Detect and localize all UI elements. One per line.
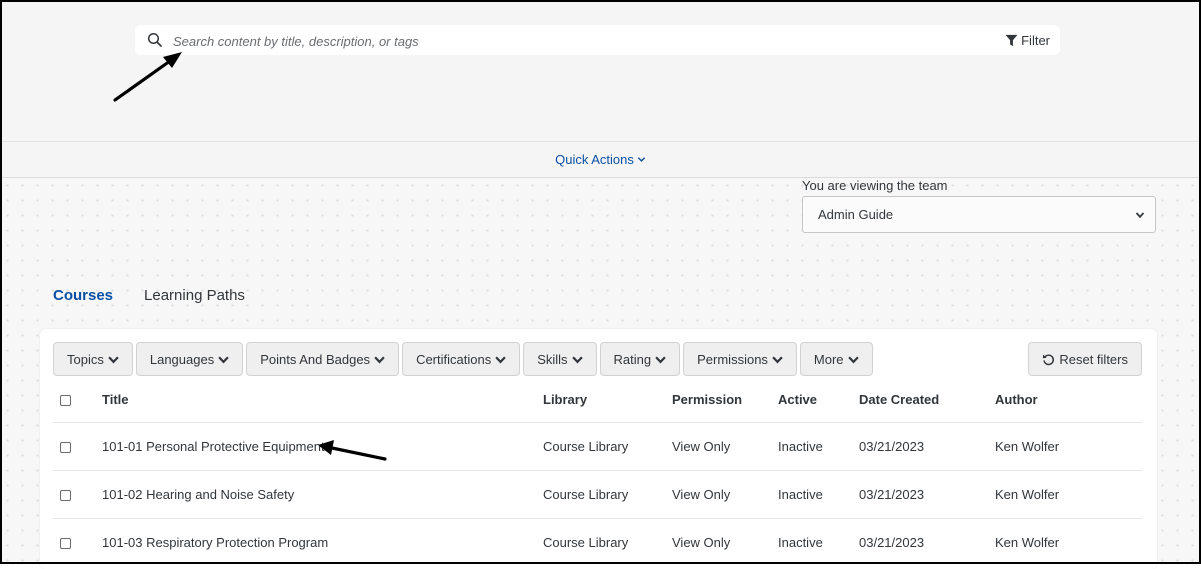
filter-languages-label: Languages <box>149 351 215 367</box>
row-select-cell <box>53 518 101 566</box>
search-bar[interactable]: Filter <box>135 25 1060 55</box>
reset-filters-button[interactable]: Reset filters <box>1028 342 1142 376</box>
content-table: Title Library Permission Active Date Cre… <box>53 376 1142 566</box>
row-title[interactable]: 101-02 Hearing and Noise Safety <box>101 470 542 519</box>
row-author: Ken Wolfer <box>994 422 1142 471</box>
content-card: Topics Languages Points And Badges Certi… <box>40 329 1157 569</box>
row-library: Course Library <box>542 518 671 566</box>
filter-points-badges-button[interactable]: Points And Badges <box>246 342 400 376</box>
funnel-icon <box>1005 34 1018 46</box>
filter-skills-button[interactable]: Skills <box>523 342 597 376</box>
filter-topics-button[interactable]: Topics <box>53 342 133 376</box>
table-row: 101-02 Hearing and Noise Safety Course L… <box>53 470 1142 519</box>
reset-icon <box>1043 353 1055 365</box>
filter-topics-label: Topics <box>67 351 104 367</box>
row-date-created: 03/21/2023 <box>858 518 994 566</box>
search-icon <box>147 32 162 47</box>
filter-rating-button[interactable]: Rating <box>599 342 681 376</box>
table-header-row: Title Library Permission Active Date Cre… <box>53 376 1142 423</box>
reset-filters-label: Reset filters <box>1059 351 1128 367</box>
table-row: 101-01 Personal Protective Equipment Cou… <box>53 422 1142 471</box>
quick-actions-bar: Quick Actions <box>0 141 1201 178</box>
chevron-down-icon <box>571 356 583 364</box>
team-select[interactable]: Admin Guide <box>802 196 1156 233</box>
column-header-active[interactable]: Active <box>777 376 858 423</box>
row-checkbox[interactable] <box>60 442 71 454</box>
chevron-down-icon <box>847 356 859 364</box>
filter-more-button[interactable]: More <box>799 342 873 376</box>
table-row: 101-03 Respiratory Protection Program Co… <box>53 518 1142 566</box>
row-date-created: 03/21/2023 <box>858 422 994 471</box>
row-select-cell <box>53 470 101 519</box>
chevron-down-icon <box>374 356 385 364</box>
team-label: You are viewing the team <box>802 178 948 193</box>
row-library: Course Library <box>542 422 671 471</box>
tab-courses[interactable]: Courses <box>53 287 113 304</box>
quick-actions-label: Quick Actions <box>555 152 634 167</box>
filter-certifications-button[interactable]: Certifications <box>402 342 521 376</box>
chevron-down-icon <box>108 356 119 364</box>
column-header-permission[interactable]: Permission <box>671 376 777 423</box>
column-header-date-created[interactable]: Date Created <box>858 376 994 423</box>
column-header-library[interactable]: Library <box>542 376 671 423</box>
filter-rating-label: Rating <box>613 351 652 367</box>
search-input[interactable] <box>171 30 975 52</box>
filter-skills-label: Skills <box>537 351 568 367</box>
chevron-down-icon <box>772 356 783 364</box>
content-tabs: Courses Learning Paths <box>53 287 245 304</box>
chevron-down-icon <box>637 157 646 162</box>
chevron-down-icon <box>655 356 666 364</box>
team-select-value: Admin Guide <box>818 207 894 222</box>
row-active: Inactive <box>777 422 858 471</box>
select-all-checkbox[interactable] <box>60 394 71 406</box>
tab-learning-paths[interactable]: Learning Paths <box>144 287 245 304</box>
row-permission: View Only <box>671 518 777 566</box>
quick-actions-toggle[interactable]: Quick Actions <box>555 152 646 167</box>
chevron-down-icon <box>495 356 506 364</box>
filter-languages-button[interactable]: Languages <box>135 342 244 376</box>
row-select-cell <box>53 422 101 471</box>
row-checkbox[interactable] <box>60 538 71 550</box>
row-checkbox[interactable] <box>60 490 71 502</box>
row-author: Ken Wolfer <box>994 518 1142 566</box>
column-header-author[interactable]: Author <box>994 376 1142 423</box>
filter-button[interactable]: Filter <box>1005 31 1050 49</box>
row-active: Inactive <box>777 518 858 566</box>
row-title[interactable]: 101-03 Respiratory Protection Program <box>101 518 542 566</box>
filter-points-badges-label: Points And Badges <box>260 351 371 367</box>
header-region: Filter <box>0 0 1201 141</box>
filter-more-label: More <box>813 351 844 367</box>
row-permission: View Only <box>671 422 777 471</box>
filter-permissions-button[interactable]: Permissions <box>683 342 797 376</box>
filter-certifications-label: Certifications <box>416 351 492 367</box>
filter-label: Filter <box>1021 32 1050 48</box>
row-date-created: 03/21/2023 <box>858 470 994 519</box>
chevron-down-icon <box>218 356 229 364</box>
filter-permissions-label: Permissions <box>697 351 768 367</box>
row-library: Course Library <box>542 470 671 519</box>
row-active: Inactive <box>777 470 858 519</box>
row-permission: View Only <box>671 470 777 519</box>
select-all-cell <box>53 376 101 423</box>
filter-toolbar: Topics Languages Points And Badges Certi… <box>53 342 873 376</box>
column-header-title[interactable]: Title <box>101 376 542 423</box>
chevron-down-icon <box>1135 212 1145 219</box>
row-author: Ken Wolfer <box>994 470 1142 519</box>
row-title[interactable]: 101-01 Personal Protective Equipment <box>101 422 542 471</box>
